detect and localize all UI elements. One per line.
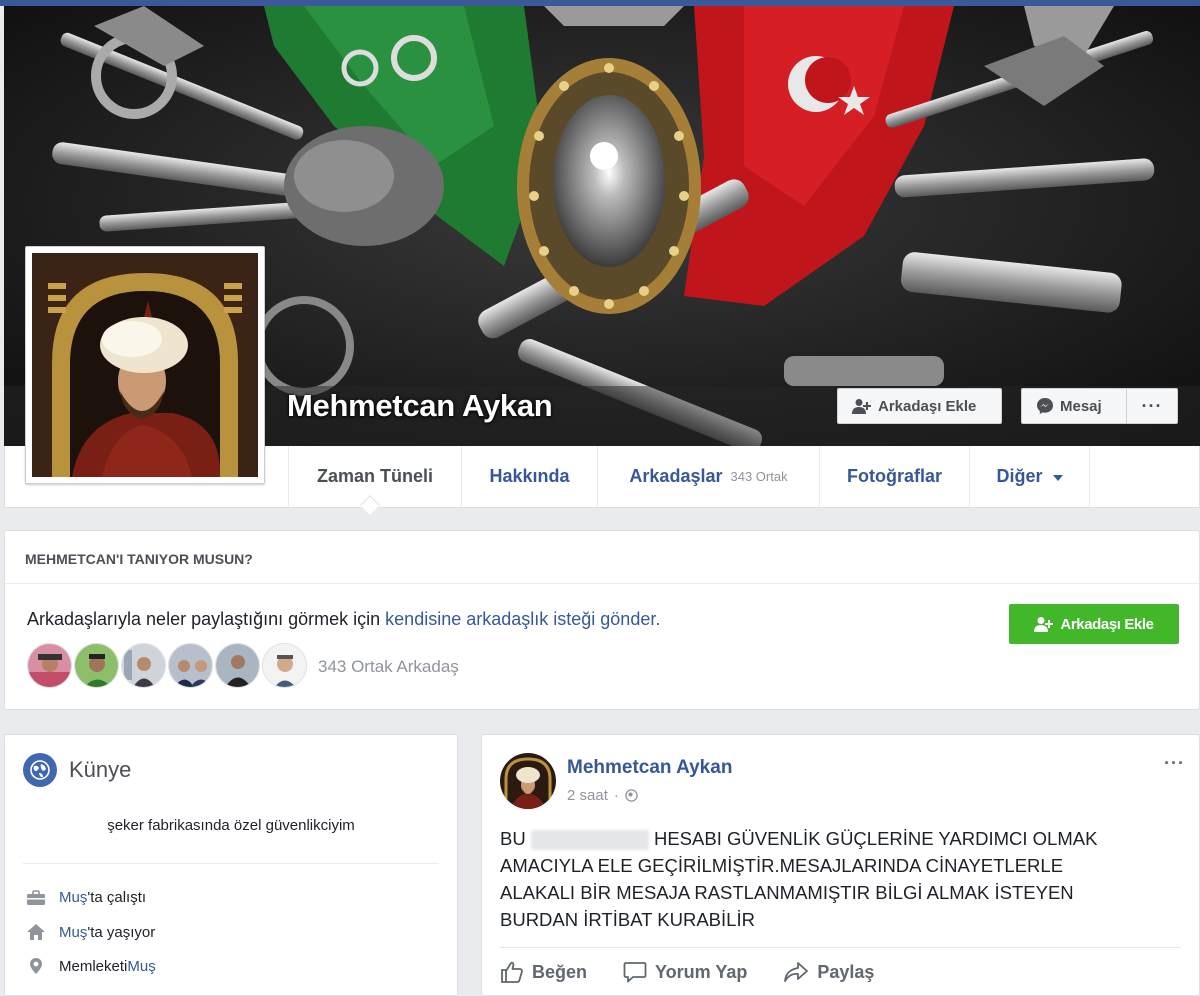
mutual-friend-avatar[interactable] [215,643,260,688]
globe-icon [23,753,57,787]
work-suffix: 'ta çalıştı [87,889,147,906]
info-hometown: Memleketi Muş [23,957,156,975]
more-options-button[interactable]: ··· [1126,388,1178,424]
know-box-title: MEHMETCAN'I TANIYOR MUSUN? [25,551,253,567]
tab-more[interactable]: Diğer [970,446,1090,507]
mutual-friend-avatars [27,643,307,688]
mutual-friend-avatar[interactable] [27,643,72,688]
add-friend-icon [852,398,872,414]
share-button[interactable]: Paylaş [783,961,874,983]
like-button[interactable]: Beğen [500,961,587,983]
intro-title: Künye [69,757,132,782]
divider [5,583,1199,584]
post-card: Mehmetcan Aykan 2 saat · ··· BU HESABI G… [481,734,1200,996]
add-friend-button[interactable]: Arkadaşı Ekle [837,388,1002,424]
globe-small-icon[interactable] [625,789,638,802]
know-box-text-plain: Arkadaşlarıyla neler paylaştığını görmek… [27,609,386,629]
know-box-text: Arkadaşlarıyla neler paylaştığını görmek… [27,609,660,630]
tab-friends-label: Arkadaşlar [629,466,723,486]
hometown-link[interactable]: Muş [127,958,155,975]
message-label: Mesaj [1060,397,1102,415]
tab-photos[interactable]: Fotoğraflar [820,446,970,507]
post-line-4: BURDAN İRTİBAT KURABİLİR [500,909,755,930]
info-work: Muş'ta çalıştı [23,889,146,906]
intro-card: Künye şeker fabrikasında özel güvenlikci… [4,734,458,996]
hometown-prefix: Memleketi [59,957,128,975]
mutual-friend-avatar[interactable] [74,643,119,688]
post-meta: 2 saat · [567,787,638,804]
home-icon [23,923,49,941]
messenger-icon [1036,397,1054,415]
redacted-blur [530,830,649,851]
location-pin-icon [23,957,49,975]
post-author-avatar[interactable] [500,753,556,809]
post-line-1-start: BU [500,828,526,849]
comment-label: Yorum Yap [655,961,748,982]
intro-header: Künye [23,753,131,787]
mutual-friend-avatar[interactable] [168,643,213,688]
tab-about[interactable]: Hakkında [462,446,598,507]
post-line-2: AMACIYLA ELE GEÇİRİLMİŞTİR.MESAJLARINDA … [500,855,1064,876]
post-actions: Beğen Yorum Yap Paylaş [500,961,910,983]
intro-bio: şeker fabrikasında özel güvenlikciyim [107,817,355,834]
add-friend-green-label: Arkadaşı Ekle [1060,615,1154,633]
post-author-name[interactable]: Mehmetcan Aykan [567,757,732,779]
meta-separator: · [613,787,619,804]
add-friend-label: Arkadaşı Ekle [878,397,977,415]
do-you-know-box: MEHMETCAN'I TANIYOR MUSUN? Arkadaşlarıyl… [4,530,1200,710]
caret-down-icon [1052,474,1063,481]
mutual-friends-count[interactable]: 343 Ortak Arkadaş [318,657,459,677]
profile-picture[interactable] [25,246,265,484]
tab-timeline[interactable]: Zaman Tüneli [288,446,462,507]
mutual-friend-avatar[interactable] [262,643,307,688]
share-label: Paylaş [817,961,875,982]
thumbs-up-icon [500,961,524,983]
tab-more-label: Diğer [996,466,1043,486]
like-label: Beğen [532,961,588,982]
briefcase-icon [23,889,49,906]
send-friend-request-link[interactable]: kendisine arkadaşlık isteği gönder. [385,609,660,629]
post-line-1-end: HESABI GÜVENLİK GÜÇLERİNE YARDIMCI OLMAK [653,828,1098,849]
info-lives: Muş'ta yaşıyor [23,923,155,941]
divider [23,863,439,864]
comment-icon [623,961,647,983]
add-friend-button-green[interactable]: Arkadaşı Ekle [1009,604,1179,644]
tab-friends[interactable]: Arkadaşlar 343 Ortak [598,446,820,507]
mutual-friend-avatar[interactable] [121,643,166,688]
share-icon [783,961,809,983]
post-line-1: BU HESABI GÜVENLİK GÜÇLERİNE YARDIMCI OL… [500,825,1140,852]
post-body: BU HESABI GÜVENLİK GÜÇLERİNE YARDIMCI OL… [500,825,1140,933]
post-options-icon[interactable]: ··· [1164,753,1185,774]
post-time[interactable]: 2 saat [567,787,608,804]
post-line-3: ALAKALI BİR MESAJA RASTLANMAMIŞTIR BİLGİ… [500,882,1074,903]
comment-button[interactable]: Yorum Yap [623,961,747,983]
tab-friends-count: 343 Ortak [730,469,788,484]
divider [500,947,1181,948]
add-friend-icon [1034,616,1054,632]
lives-place-link[interactable]: Muş [59,924,87,941]
message-button[interactable]: Mesaj [1021,388,1127,424]
lives-suffix: 'ta yaşıyor [87,923,156,941]
work-place-link[interactable]: Muş [59,889,87,906]
profile-name[interactable]: Mehmetcan Aykan [287,388,553,424]
